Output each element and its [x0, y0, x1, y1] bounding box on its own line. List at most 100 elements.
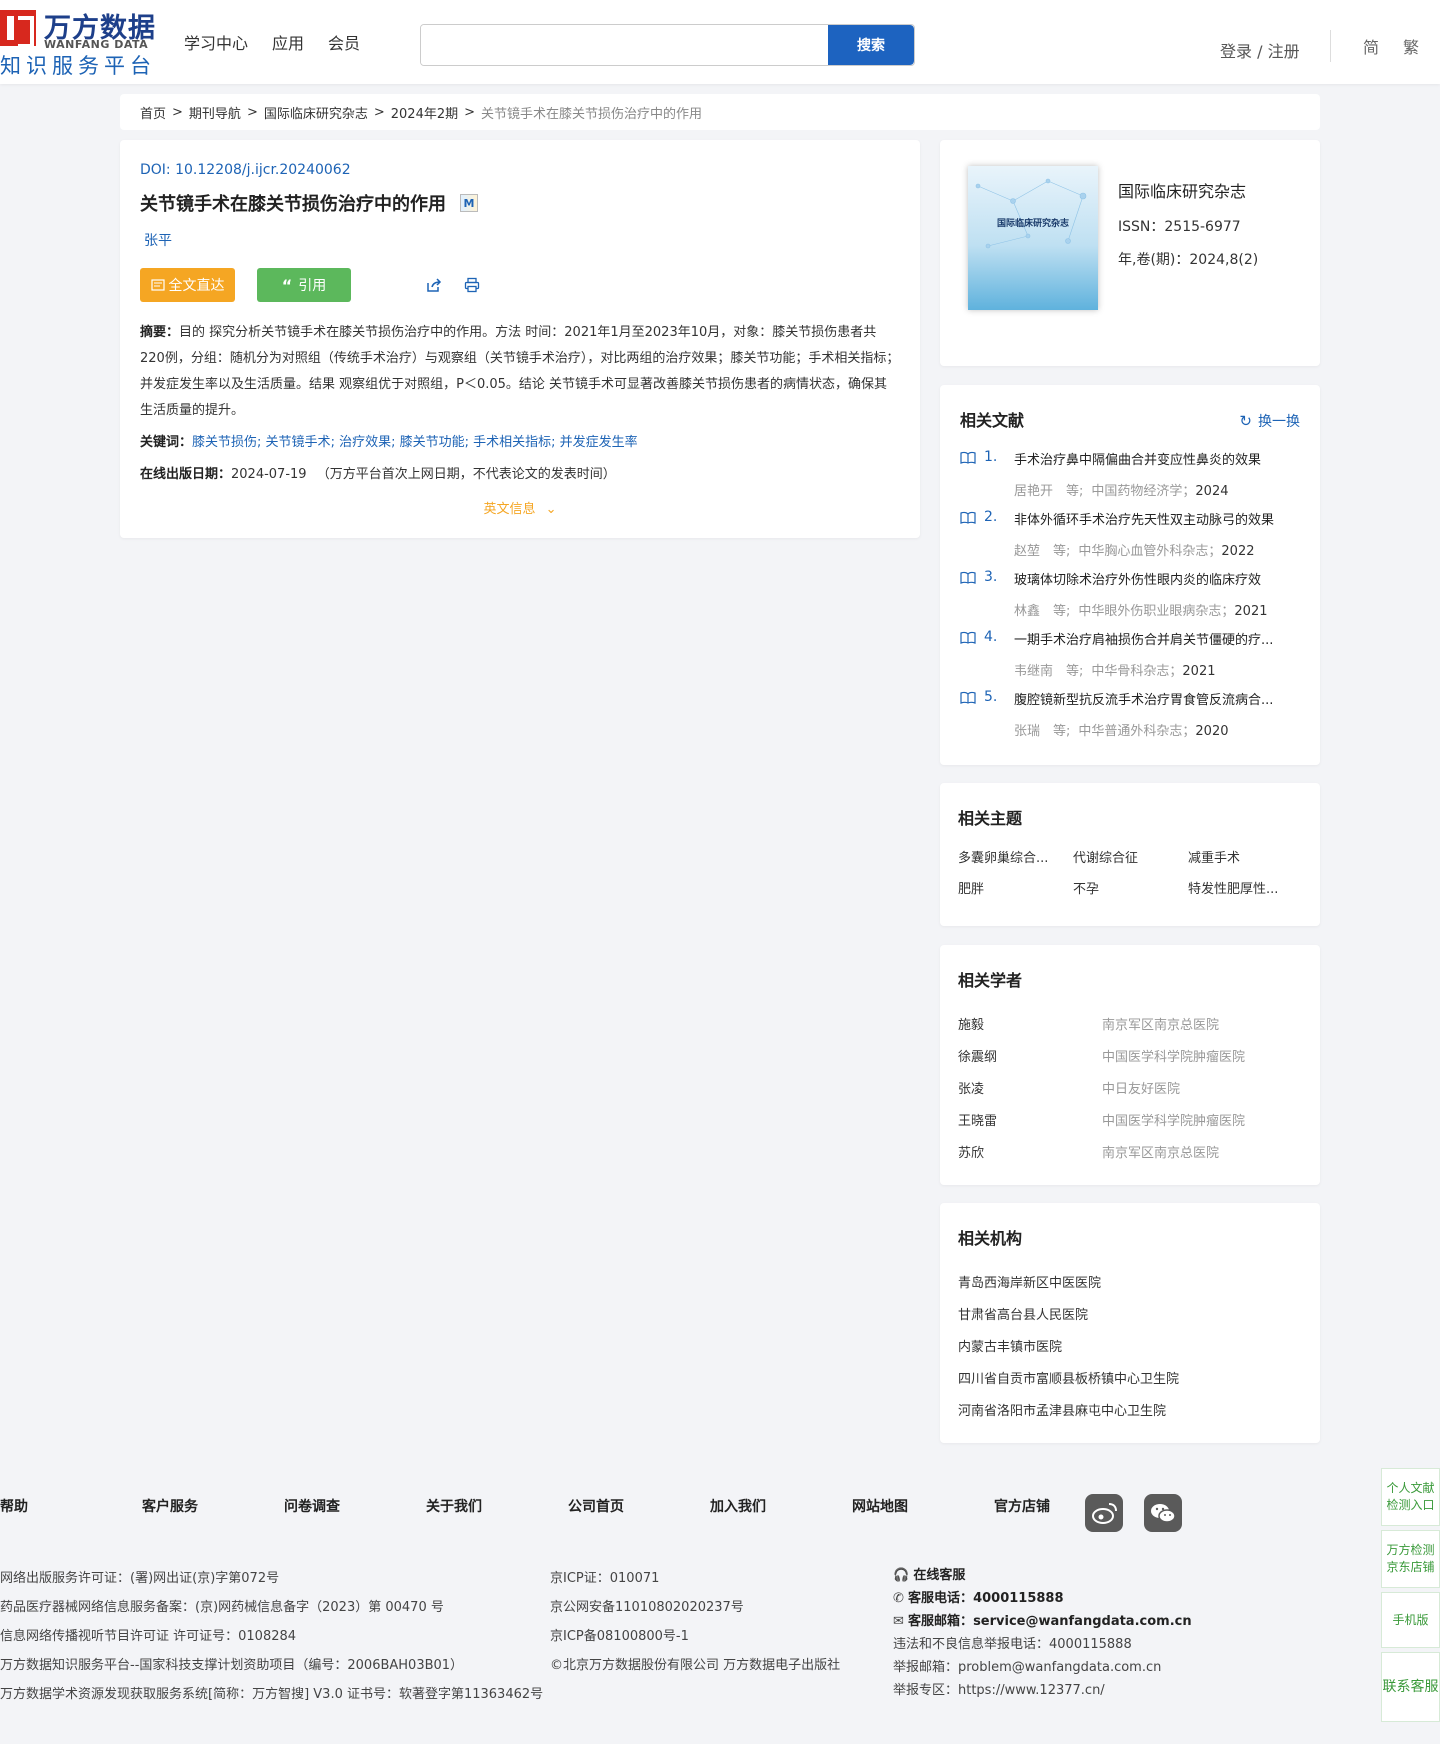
search-button[interactable]: 搜索 [828, 25, 914, 65]
share-icon[interactable] [423, 274, 445, 296]
footer-nav-link[interactable]: 加入我们 [710, 1496, 852, 1516]
login-register-link[interactable]: 登录 / 注册 [1220, 38, 1300, 62]
related-literature-body: 手术治疗鼻中隔偏曲合并变应性鼻炎的效果 居艳开 等; 中国药物经济学；2024 [1014, 449, 1300, 509]
institution-link[interactable]: 甘肃省高台县人民医院 [958, 1297, 1302, 1329]
breadcrumb-home[interactable]: 首页 [140, 103, 166, 122]
breadcrumb-journal-nav[interactable]: 期刊导航 [189, 103, 241, 122]
doi-link[interactable]: 10.12208/j.ijcr.20240062 [175, 162, 351, 178]
nav-learning-center[interactable]: 学习中心 [184, 30, 248, 54]
side-mobile[interactable]: 手机版 [1381, 1592, 1440, 1648]
scholar-name-link[interactable]: 张凌 [958, 1078, 1102, 1097]
institution-link[interactable]: 河南省洛阳市孟津县麻屯中心卫生院 [958, 1393, 1302, 1425]
wanfang-logo[interactable]: 万方数据 WANFANG DATA 知识服务平台 [0, 6, 156, 78]
footer-nav-link[interactable]: 帮助 [0, 1496, 142, 1516]
scholar-org-link[interactable]: 中国医学科学院肿瘤医院 [1102, 1110, 1245, 1129]
side-jd-store[interactable]: 万方检测京东店铺 [1381, 1530, 1440, 1588]
fulltext-button[interactable]: 全文直达 [140, 268, 235, 302]
related-literature-title-link[interactable]: 手术治疗鼻中隔偏曲合并变应性鼻炎的效果 [1014, 449, 1300, 468]
scholar-row: 徐震纲 中国医学科学院肿瘤医院 [958, 1039, 1302, 1071]
keyword-link[interactable]: 膝关节功能 [400, 435, 465, 450]
scholar-name-link[interactable]: 施毅 [958, 1014, 1102, 1033]
scholar-org-link[interactable]: 中日友好医院 [1102, 1078, 1180, 1097]
breadcrumb-issue[interactable]: 2024年2期 [391, 103, 458, 122]
related-literature-item[interactable]: 2. 非体外循环手术治疗先天性双主动脉弓的效果 赵堃 等; 中华胸心血管外科杂志；20… [960, 509, 1300, 569]
scholar-name-link[interactable]: 苏欣 [958, 1142, 1102, 1161]
wechat-icon[interactable] [1144, 1494, 1182, 1532]
refresh-button[interactable]: ↻ 换一换 [1239, 411, 1300, 431]
scholar-list: 施毅 南京军区南京总医院 徐震纲 中国医学科学院肿瘤医院 张凌 中日友好医院 王晓雷 中国医学… [958, 1007, 1302, 1167]
scholar-row: 张凌 中日友好医院 [958, 1071, 1302, 1103]
related-scholars-card: 相关学者 施毅 南京军区南京总医院 徐震纲 中国医学科学院肿瘤医院 张凌 中日友好医院 王晓… [940, 945, 1320, 1185]
phone-icon: ✆ [893, 1591, 904, 1606]
print-icon[interactable] [461, 274, 483, 296]
institution-link[interactable]: 四川省自贡市富顺县板桥镇中心卫生院 [958, 1361, 1302, 1393]
footer-nav-link[interactable]: 网站地图 [852, 1496, 994, 1516]
scholar-org-link[interactable]: 中国医学科学院肿瘤医院 [1102, 1046, 1245, 1065]
related-literature-title-link[interactable]: 一期手术治疗肩袖损伤合并肩关节僵硬的疗... [1014, 629, 1300, 648]
related-topics-card: 相关主题 多囊卵巢综合... 代谢综合征 减重手术 肥胖 不孕 特发性肥厚性... [940, 783, 1320, 926]
report-email[interactable]: 举报邮箱：problem@wanfangdata.com.cn [893, 1656, 1192, 1679]
journal-name-link[interactable]: 国际临床研究杂志 [1118, 178, 1246, 202]
english-info-toggle[interactable]: 英文信息 ⌄ [140, 498, 900, 517]
related-institutions-card: 相关机构 青岛西海岸新区中医医院 甘肃省高台县人民医院 内蒙古丰镇市医院 四川省自贡市… [940, 1203, 1320, 1443]
scholar-org-link[interactable]: 南京军区南京总医院 [1102, 1142, 1219, 1161]
institution-link[interactable]: 内蒙古丰镇市医院 [958, 1329, 1302, 1361]
related-literature-authors: 居艳开 等; [1014, 484, 1084, 499]
related-literature-meta: 居艳开 等; 中国药物经济学；2024 [1014, 480, 1300, 499]
related-literature-title-link[interactable]: 腹腔镜新型抗反流手术治疗胃食管反流病合... [1014, 689, 1300, 708]
topic-link[interactable]: 多囊卵巢综合... [958, 847, 1058, 866]
keyword-link[interactable]: 治疗效果 [339, 435, 391, 450]
weibo-icon[interactable] [1085, 1494, 1123, 1532]
keyword-link[interactable]: 手术相关指标 [473, 435, 551, 450]
related-literature-authors: 韦继南 等; [1014, 664, 1084, 679]
contact-column: 🎧 在线客服 ✆ 客服电话：4000115888 ✉ 客服邮箱：service@… [893, 1564, 1192, 1702]
topic-link[interactable]: 代谢综合征 [1073, 847, 1173, 866]
author-link[interactable]: 张平 [144, 230, 172, 250]
keyword-link[interactable]: 膝关节损伤 [192, 435, 257, 450]
online-service-link[interactable]: 在线客服 [913, 1568, 965, 1583]
related-literature-meta: 张瑞 等; 中华普通外科杂志；2020 [1014, 720, 1300, 739]
footer-nav-link[interactable]: 关于我们 [426, 1496, 568, 1516]
license-column-2: 京ICP证：010071 京公网安备11010802020237号 京ICP备081… [550, 1564, 840, 1680]
report-site[interactable]: 举报专区：https://www.12377.cn/ [893, 1679, 1192, 1702]
scholar-org-link[interactable]: 南京军区南京总医院 [1102, 1014, 1219, 1033]
scholar-name-link[interactable]: 王晓雷 [958, 1110, 1102, 1129]
side-personal-check[interactable]: 个人文献检测入口 [1381, 1468, 1440, 1526]
related-literature-body: 玻璃体切除术治疗外伤性眼内炎的临床疗效 林鑫 等; 中华眼外伤职业眼病杂志；2021 [1014, 569, 1300, 629]
keyword-link[interactable]: 关节镜手术 [266, 435, 331, 450]
topic-link[interactable]: 特发性肥厚性... [1188, 878, 1288, 897]
related-literature-year: 2022 [1221, 544, 1255, 559]
side-contact-service[interactable]: 联系客服 [1381, 1652, 1440, 1722]
institution-link[interactable]: 青岛西海岸新区中医医院 [958, 1265, 1302, 1297]
book-icon [960, 451, 978, 509]
breadcrumb-separator: > [246, 104, 258, 120]
related-literature-meta: 赵堃 等; 中华胸心血管外科杂志；2022 [1014, 540, 1300, 559]
footer-nav-link[interactable]: 公司首页 [568, 1496, 710, 1516]
nav-apps[interactable]: 应用 [272, 30, 304, 54]
license-line: 药品医疗器械网络信息服务备案：(京)网药械信息备字（2023）第 00470 号 [0, 1600, 444, 1615]
email-value[interactable]: service@wanfangdata.com.cn [973, 1614, 1192, 1629]
keywords: 关键词：膝关节损伤; 关节镜手术; 治疗效果; 膝关节功能; 手术相关指标; 并… [140, 435, 638, 450]
related-literature-title-link[interactable]: 玻璃体切除术治疗外伤性眼内炎的临床疗效 [1014, 569, 1300, 588]
lang-traditional[interactable]: 繁 [1403, 34, 1419, 58]
footer-nav-link[interactable]: 客户服务 [142, 1496, 284, 1516]
lang-simplified[interactable]: 简 [1363, 34, 1379, 58]
topic-link[interactable]: 肥胖 [958, 878, 1058, 897]
related-literature-body: 腹腔镜新型抗反流手术治疗胃食管反流病合... 张瑞 等; 中华普通外科杂志；2020 [1014, 689, 1300, 749]
language-switch: 简 繁 [1330, 30, 1419, 62]
keyword-link[interactable]: 并发症发生率 [560, 435, 638, 450]
related-literature-item[interactable]: 1. 手术治疗鼻中隔偏曲合并变应性鼻炎的效果 居艳开 等; 中国药物经济学；2024 [960, 449, 1300, 509]
journal-cover-image[interactable]: 国际临床研究杂志 [968, 166, 1098, 310]
related-literature-item[interactable]: 4. 一期手术治疗肩袖损伤合并肩关节僵硬的疗... 韦继南 等; 中华骨科杂志；202… [960, 629, 1300, 689]
nav-membership[interactable]: 会员 [328, 30, 360, 54]
related-literature-item[interactable]: 5. 腹腔镜新型抗反流手术治疗胃食管反流病合... 张瑞 等; 中华普通外科杂志；20… [960, 689, 1300, 749]
search-input[interactable] [421, 25, 830, 65]
cite-button[interactable]: “ 引用 [257, 268, 351, 302]
related-literature-title-link[interactable]: 非体外循环手术治疗先天性双主动脉弓的效果 [1014, 509, 1300, 528]
topic-link[interactable]: 减重手术 [1188, 847, 1288, 866]
scholar-name-link[interactable]: 徐震纲 [958, 1046, 1102, 1065]
footer-nav-link[interactable]: 问卷调查 [284, 1496, 426, 1516]
related-literature-item[interactable]: 3. 玻璃体切除术治疗外伤性眼内炎的临床疗效 林鑫 等; 中华眼外伤职业眼病杂志；20… [960, 569, 1300, 629]
breadcrumb-journal[interactable]: 国际临床研究杂志 [264, 103, 368, 122]
topic-link[interactable]: 不孕 [1073, 878, 1173, 897]
